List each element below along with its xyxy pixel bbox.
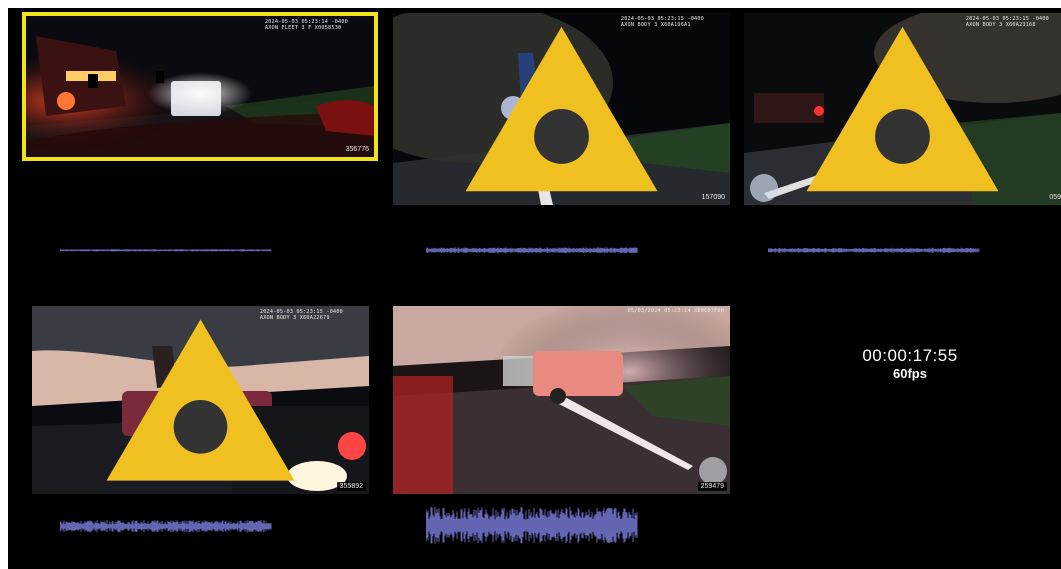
- video-grid: 2024-05-03 05:23:14 -0400 AXON FLEET 3 F…: [8, 8, 1061, 569]
- axon-logo-icon: [806, 26, 999, 192]
- frame-counter: 355892: [336, 482, 366, 491]
- video-frame-1: [26, 16, 374, 157]
- audio-waveform: [768, 247, 980, 253]
- waveform-trace: [60, 249, 272, 252]
- axon-logo-icon: [465, 26, 658, 192]
- audio-waveform: [426, 247, 638, 254]
- waveform-trace: [60, 520, 272, 533]
- audio-waveform: [60, 520, 272, 533]
- audio-waveform: [426, 507, 638, 544]
- video-frame-5: [393, 306, 730, 494]
- audio-waveform: [60, 249, 272, 252]
- axon-logo-icon: [106, 319, 295, 481]
- timestamp-overlay: 05/03/2024 05:23:14 X60C07F0H: [627, 308, 724, 314]
- frame-rate-label: 60fps: [893, 366, 927, 381]
- frame-counter: 157090: [701, 194, 725, 201]
- waveform-trace: [426, 507, 638, 544]
- frame-counter: 059: [1049, 194, 1061, 201]
- video-tile-fleet-camera[interactable]: 2024-05-03 05:23:14 -0400 AXON FLEET 3 F…: [22, 12, 378, 161]
- frame-counter: 356776: [345, 146, 369, 153]
- waveform-trace: [426, 247, 638, 254]
- video-tile-body-camera-4[interactable]: 05/03/2024 05:23:14 X60C07F0H 259479: [393, 306, 730, 494]
- video-tile-body-camera-1[interactable]: 2024-05-03 05:23:15 -0400 AXON BODY 3 X6…: [393, 13, 730, 205]
- video-tile-body-camera-3[interactable]: 2024-05-03 05:23:15 -0400 AXON BODY 3 X6…: [32, 306, 369, 494]
- video-tile-body-camera-2[interactable]: 2024-05-03 05:23:15 -0400 AXON BODY 3 X6…: [744, 13, 1061, 205]
- playback-timecode: 00:00:17:55: [862, 346, 958, 365]
- frame-counter: 259479: [697, 482, 727, 491]
- waveform-trace: [768, 247, 980, 253]
- timestamp-overlay: 2024-05-03 05:23:14 -0400 AXON FLEET 3 F…: [264, 19, 348, 31]
